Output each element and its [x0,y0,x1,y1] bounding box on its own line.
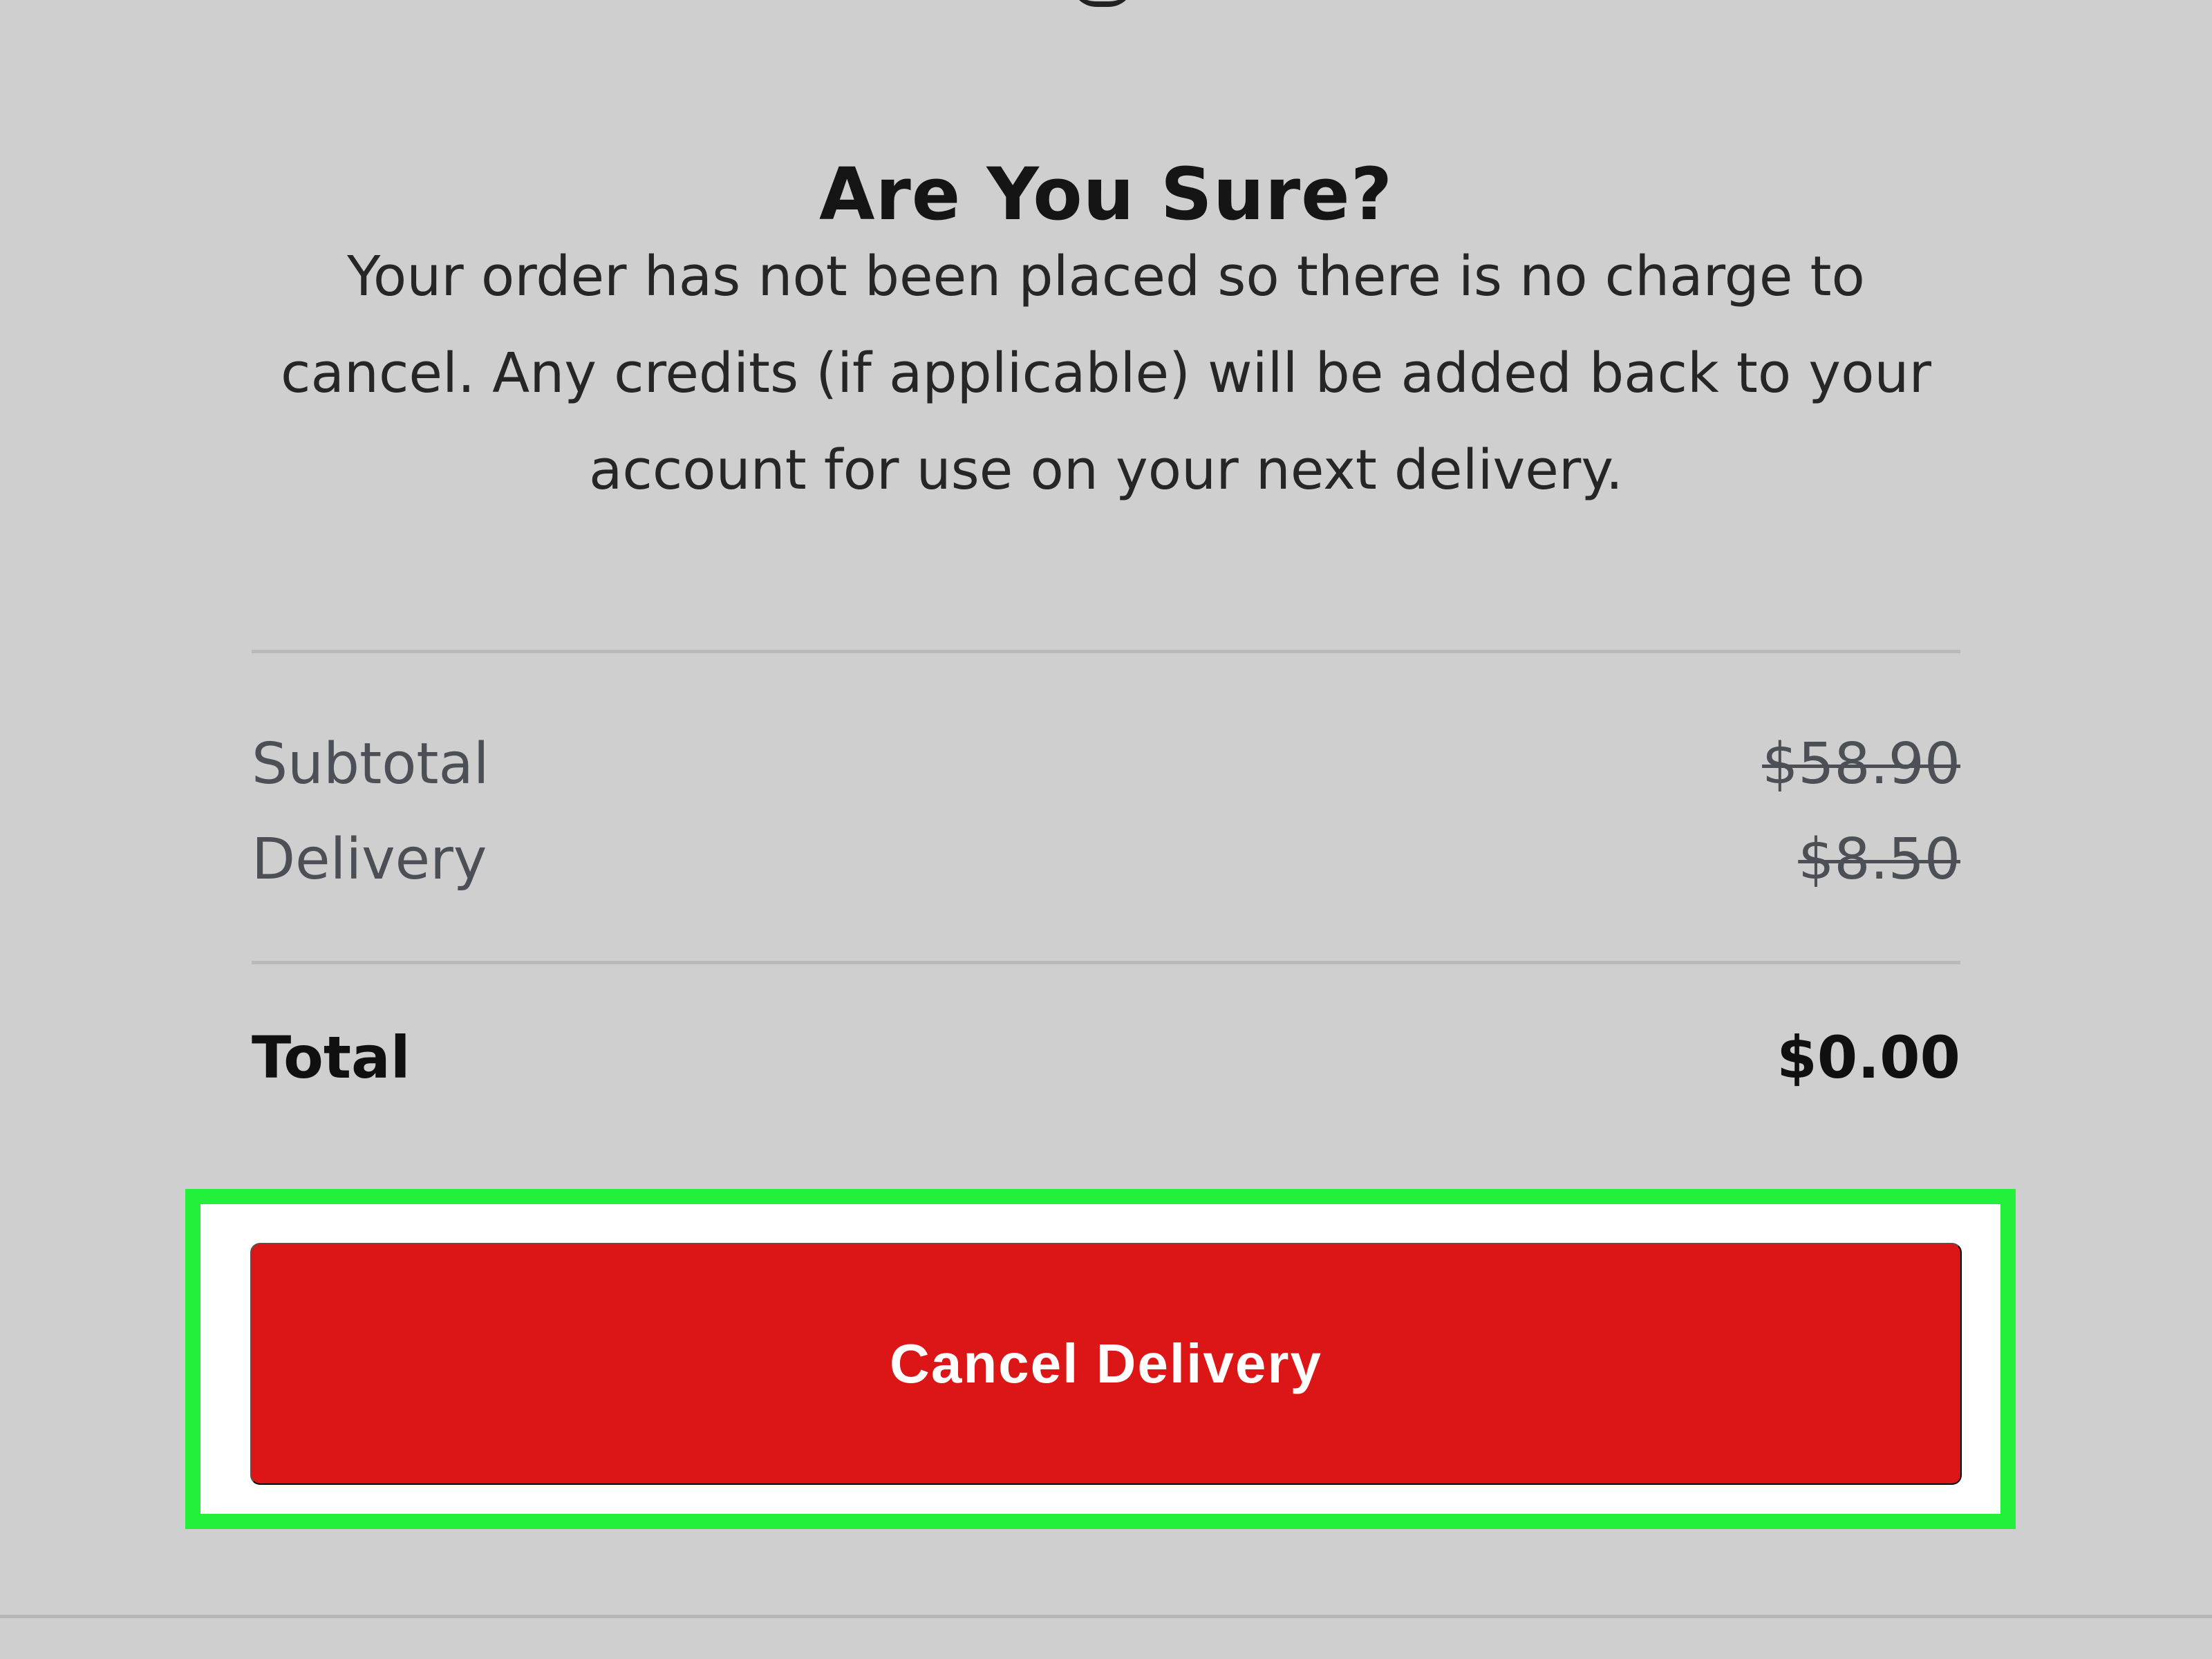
screen: Are You Sure? Your order has not been pl… [0,0,2212,1659]
dialog-title: Are You Sure? [818,151,1394,236]
top-edge-fragment [1071,0,1134,7]
bottom-divider [0,1615,2212,1618]
total-label: Total [252,1024,411,1091]
total-value: $0.00 [1777,1024,1960,1091]
subtotal-label: Subtotal [252,731,489,797]
total-row: Total $0.00 [252,1020,1960,1096]
delivery-label: Delivery [252,826,487,892]
subtotal-value: $58.90 [1762,731,1960,797]
subtotal-row: Subtotal $58.90 [252,726,1960,802]
summary-divider-middle [252,961,1960,964]
dialog-message: Your order has not been placed so there … [281,245,1931,502]
delivery-value: $8.50 [1798,826,1960,892]
summary-divider-top [252,650,1960,653]
delivery-row: Delivery $8.50 [252,821,1960,897]
cancel-delivery-button[interactable]: Cancel Delivery [250,1243,1962,1485]
